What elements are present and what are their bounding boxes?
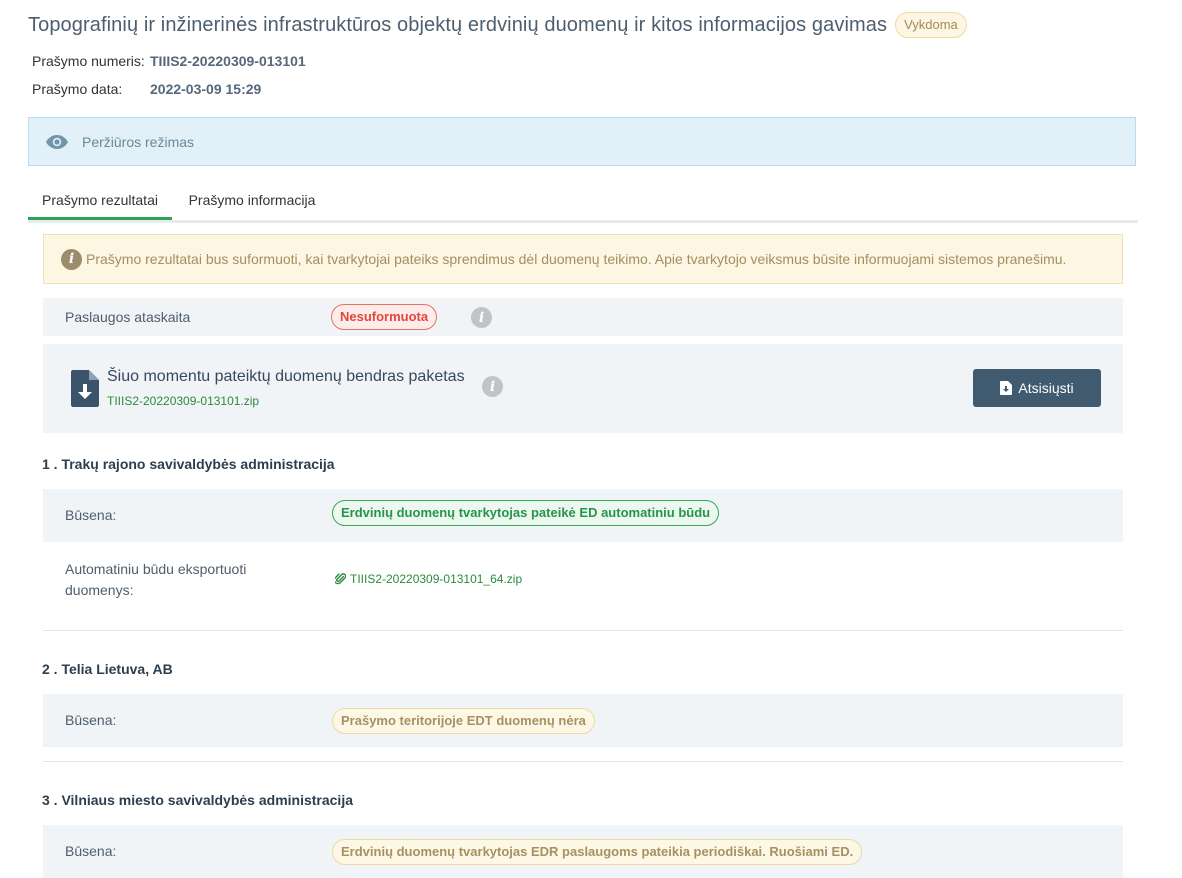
service-report-row: Paslaugos ataskaita Nesuformuota i: [43, 298, 1123, 336]
provider-status-badge: Prašymo teritorijoje EDT duomenų nėra: [332, 708, 595, 734]
view-mode-banner: Peržiūros režimas: [28, 117, 1136, 166]
section-divider: [43, 630, 1123, 631]
provider-status-row: Būsena: Prašymo teritorijoje EDT duomenų…: [43, 694, 1123, 747]
provider-section-title: 2 . Telia Lietuva, AB: [42, 661, 173, 677]
exported-file-name: TIIIS2-20220309-013101_64.zip: [350, 572, 523, 586]
provider-status-row: Būsena: Erdvinių duomenų tvarkytojas EDR…: [43, 825, 1123, 878]
request-date-row: Prašymo data: 2022-03-09 15:29: [32, 81, 261, 97]
tab-request-information[interactable]: Prašymo informacija: [180, 182, 324, 217]
data-package-file-link[interactable]: TIIIS2-20220309-013101.zip: [107, 394, 259, 408]
download-icon: [1000, 381, 1013, 395]
status-label: Būsena:: [65, 843, 117, 859]
provider-status-badge: Erdvinių duomenų tvarkytojas pateikė ED …: [332, 500, 720, 526]
provider-section-title: 1 . Trakų rajono savivaldybės administra…: [42, 456, 335, 472]
exported-data-label: Automatiniu būdu eksportuoti duomenys:: [65, 559, 246, 601]
download-button[interactable]: Atsisiųsti: [973, 369, 1101, 407]
data-package-info-icon[interactable]: i: [482, 376, 503, 397]
provider-status-row: Būsena: Erdvinių duomenų tvarkytojas pat…: [43, 489, 1123, 542]
provider-status-badge: Erdvinių duomenų tvarkytojas EDR paslaug…: [332, 839, 863, 865]
data-package-title: Šiuo momentu pateiktų duomenų bendras pa…: [107, 368, 465, 385]
request-number-row: Prašymo numeris: TIIIS2-20220309-013101: [32, 53, 306, 69]
download-button-label: Atsisiųsti: [1018, 380, 1074, 396]
request-number-label: Prašymo numeris:: [32, 53, 145, 69]
request-status-badge: Vykdoma: [895, 12, 967, 38]
status-label: Būsena:: [65, 507, 117, 523]
info-icon: i: [61, 248, 82, 270]
view-mode-label: Peržiūros režimas: [82, 133, 195, 150]
results-pending-alert: i Prašymo rezultatai bus suformuoti, kai…: [43, 234, 1123, 284]
request-date-label: Prašymo data:: [32, 81, 123, 97]
paperclip-icon: [335, 573, 346, 585]
provider-section-title: 3 . Vilniaus miesto savivaldybės adminis…: [42, 792, 354, 808]
status-label: Būsena:: [65, 712, 117, 728]
alert-text: Prašymo rezultatai bus suformuoti, kai t…: [86, 251, 1067, 267]
data-package-panel: Šiuo momentu pateiktų duomenų bendras pa…: [43, 344, 1123, 433]
exported-data-label-line2: duomenys:: [65, 582, 134, 598]
request-number-value: TIIIS2-20220309-013101: [150, 53, 306, 69]
service-report-info-icon[interactable]: i: [471, 307, 492, 328]
tab-request-results[interactable]: Prašymo rezultatai: [28, 182, 172, 220]
tab-bar: Prašymo rezultatai Prašymo informacija: [28, 182, 1138, 223]
exported-file-link[interactable]: TIIIS2-20220309-013101_64.zip: [335, 572, 522, 586]
page-title: Topografinių ir inžinerinės infrastruktū…: [28, 13, 888, 36]
service-report-label: Paslaugos ataskaita: [65, 309, 191, 325]
exported-data-label-line1: Automatiniu būdu eksportuoti: [65, 561, 247, 577]
eye-icon: [46, 134, 68, 149]
page-header: Topografinių ir inžinerinės infrastruktū…: [28, 12, 967, 38]
section-divider: [43, 761, 1123, 762]
file-download-icon: [71, 370, 99, 407]
service-report-status-badge: Nesuformuota: [331, 304, 438, 330]
request-date-value: 2022-03-09 15:29: [150, 81, 262, 97]
